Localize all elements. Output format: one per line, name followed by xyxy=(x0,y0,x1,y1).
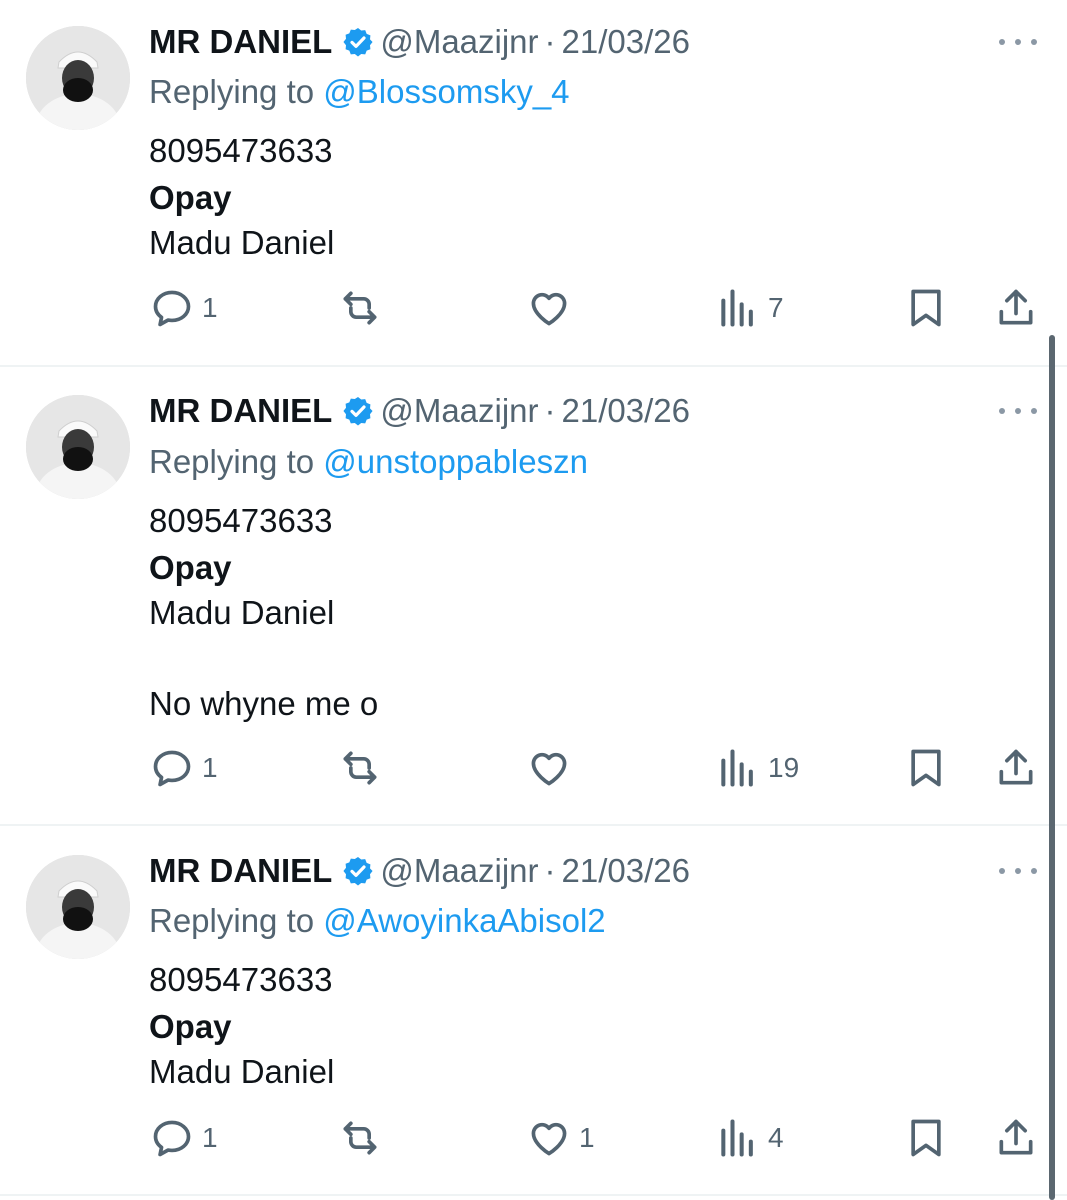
tweet-1[interactable]: MR DANIEL @Maazijnr · 21/03/26 Replying to … xyxy=(0,0,1067,365)
avatar[interactable] xyxy=(26,26,130,130)
tweet-text-line: 8095473633 xyxy=(149,132,333,169)
retweet-icon xyxy=(343,291,377,325)
views-button[interactable]: 4 xyxy=(716,1114,784,1162)
replying-to-label: Replying to xyxy=(149,73,315,110)
heart-icon xyxy=(531,1122,567,1156)
share-upload-icon xyxy=(999,749,1033,785)
display-name[interactable]: MR DANIEL xyxy=(149,23,332,60)
retweet-button[interactable] xyxy=(338,1114,390,1162)
timestamp[interactable]: 21/03/26 xyxy=(562,23,690,60)
display-name[interactable]: MR DANIEL xyxy=(149,852,332,889)
action-bar: 1 1 4 xyxy=(0,1114,1067,1162)
bookmark-button[interactable] xyxy=(904,284,948,332)
divider xyxy=(0,1194,1067,1196)
share-upload-icon xyxy=(999,1119,1033,1155)
display-name[interactable]: MR DANIEL xyxy=(149,392,332,429)
share-upload-icon xyxy=(999,289,1033,325)
views-button[interactable]: 19 xyxy=(716,744,799,792)
reply-bubble-icon xyxy=(153,1120,191,1157)
separator: · xyxy=(544,392,556,429)
tweet-text-line: Madu Daniel xyxy=(149,1053,335,1090)
replying-to: Replying to @unstoppableszn xyxy=(149,440,588,484)
tweet-text-line: Opay xyxy=(149,1008,232,1045)
handle[interactable]: @Maazijnr xyxy=(380,392,538,429)
timestamp[interactable]: 21/03/26 xyxy=(562,392,690,429)
reply-bubble-icon xyxy=(153,290,191,327)
action-bar: 1 7 xyxy=(0,284,1067,332)
handle[interactable]: @Maazijnr xyxy=(380,852,538,889)
tweet-text-line: 8095473633 xyxy=(149,961,333,998)
avatar[interactable] xyxy=(26,395,130,499)
tweet-3[interactable]: MR DANIEL @Maazijnr · 21/03/26 Replying to … xyxy=(0,826,1067,1194)
more-dots-icon[interactable] xyxy=(999,861,1037,881)
reply-button[interactable]: 1 xyxy=(150,1114,218,1162)
view-count: 4 xyxy=(768,1122,784,1153)
reply-button[interactable]: 1 xyxy=(150,284,218,332)
bookmark-button[interactable] xyxy=(904,744,948,792)
reply-count: 1 xyxy=(202,1122,218,1153)
bookmark-icon xyxy=(911,289,941,327)
separator: · xyxy=(544,23,556,60)
replying-to: Replying to @AwoyinkaAbisol2 xyxy=(149,899,606,943)
more-dots-icon[interactable] xyxy=(999,401,1037,421)
tweet-text-line: No whyne me o xyxy=(149,685,379,722)
verified-badge-icon xyxy=(343,397,373,426)
heart-icon xyxy=(531,752,567,786)
retweet-icon xyxy=(343,1121,377,1155)
like-count: 1 xyxy=(579,1122,595,1153)
bookmark-icon xyxy=(911,749,941,787)
view-count: 7 xyxy=(768,292,784,323)
tweet-text-line: Opay xyxy=(149,179,232,216)
view-count: 19 xyxy=(768,752,800,783)
views-button[interactable]: 7 xyxy=(716,284,784,332)
tweet-text-line: 8095473633 xyxy=(149,502,333,539)
verified-badge-icon xyxy=(343,28,373,57)
replying-to: Replying to @Blossomsky_4 xyxy=(149,70,570,114)
bar-chart-icon xyxy=(721,289,753,327)
like-button[interactable] xyxy=(527,744,579,792)
bar-chart-icon xyxy=(721,1119,753,1157)
like-button[interactable]: 1 xyxy=(527,1114,595,1162)
retweet-icon xyxy=(343,751,377,785)
timestamp[interactable]: 21/03/26 xyxy=(562,852,690,889)
share-button[interactable] xyxy=(994,1114,1038,1162)
tweet-2[interactable]: MR DANIEL @Maazijnr · 21/03/26 Replying to … xyxy=(0,367,1067,824)
mention-link[interactable]: @AwoyinkaAbisol2 xyxy=(323,902,605,939)
tweet-text-line: Madu Daniel xyxy=(149,224,335,261)
mention-link[interactable]: @unstoppableszn xyxy=(323,443,588,480)
avatar[interactable] xyxy=(26,855,130,959)
bar-chart-icon xyxy=(721,749,753,787)
more-dots-icon[interactable] xyxy=(999,32,1037,52)
replying-to-label: Replying to xyxy=(149,902,315,939)
mention-link[interactable]: @Blossomsky_4 xyxy=(323,73,569,110)
reply-count: 1 xyxy=(202,752,218,783)
reply-count: 1 xyxy=(202,292,218,323)
retweet-button[interactable] xyxy=(338,744,390,792)
scrollbar[interactable] xyxy=(1049,335,1055,1200)
retweet-button[interactable] xyxy=(338,284,390,332)
tweet-text-line: Opay xyxy=(149,549,232,586)
reply-button[interactable]: 1 xyxy=(150,744,218,792)
share-button[interactable] xyxy=(994,284,1038,332)
verified-badge-icon xyxy=(343,857,373,886)
tweet-text-line: Madu Daniel xyxy=(149,594,335,631)
bookmark-button[interactable] xyxy=(904,1114,948,1162)
share-button[interactable] xyxy=(994,744,1038,792)
action-bar: 1 19 xyxy=(0,744,1067,792)
separator: · xyxy=(544,852,556,889)
heart-icon xyxy=(531,292,567,326)
reply-bubble-icon xyxy=(153,750,191,787)
replying-to-label: Replying to xyxy=(149,443,315,480)
bookmark-icon xyxy=(911,1119,941,1157)
like-button[interactable] xyxy=(527,284,579,332)
handle[interactable]: @Maazijnr xyxy=(380,23,538,60)
